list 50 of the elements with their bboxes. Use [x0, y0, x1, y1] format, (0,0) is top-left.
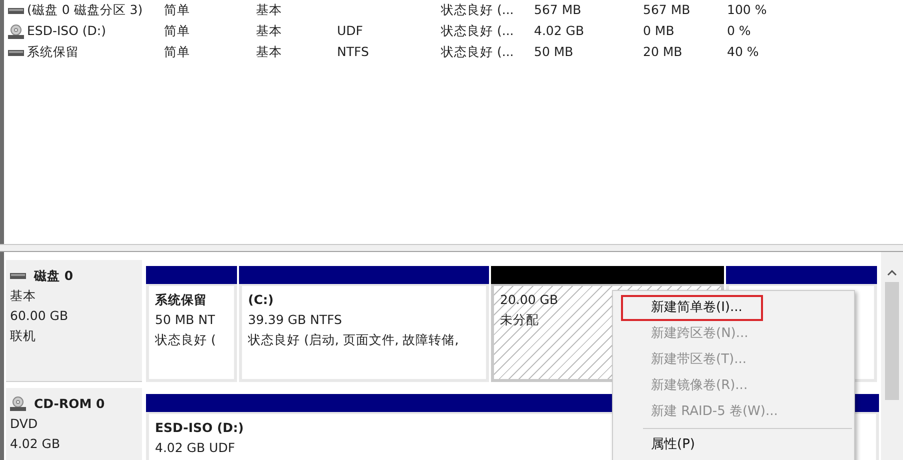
- partition-status: 未分配: [500, 311, 539, 329]
- scroll-up-icon[interactable]: [887, 270, 897, 276]
- type-cell: 基本: [256, 2, 282, 18]
- volume-name: (磁盘 0 磁盘分区 3): [27, 1, 143, 20]
- partition-size: 50 MB NT: [155, 311, 216, 329]
- status-cell: 状态良好 (...: [441, 44, 514, 60]
- status-cell: 状态良好 (...: [441, 23, 514, 38]
- disk-name: CD-ROM 0: [34, 395, 105, 413]
- disk-type: 基本: [10, 288, 36, 303]
- capacity-cell: 50 MB: [534, 44, 574, 60]
- partition-status: 状态良好 (启动, 页面文件, 故障转储,: [248, 331, 459, 349]
- menu-item[interactable]: 属性(P): [613, 432, 854, 458]
- partition-title: 系统保留: [155, 291, 207, 309]
- partition-size: 4.02 GB UDF: [155, 439, 236, 457]
- partition-status: 状态良好 (: [155, 331, 216, 349]
- partition-size: 39.39 GB NTFS: [248, 311, 342, 329]
- disk-name: 磁盘 0: [34, 267, 74, 285]
- percent-free-cell: 0 %: [727, 23, 751, 38]
- disk-label-panel[interactable]: 磁盘 0 基本 60.00 GB 联机: [6, 260, 142, 382]
- cd-drive-icon: [8, 24, 24, 40]
- partition-size: 20.00 GB: [500, 291, 558, 309]
- volume-name: 系统保留: [27, 43, 79, 62]
- layout-cell: 简单: [164, 2, 190, 18]
- file-system-cell: UDF: [337, 23, 363, 38]
- disk-type: DVD: [10, 416, 38, 431]
- free-space-cell: 20 MB: [643, 44, 682, 60]
- splitter-bar[interactable]: [0, 244, 903, 252]
- type-cell: 基本: [256, 23, 282, 38]
- type-cell: 基本: [256, 44, 282, 60]
- disk-size: 60.00 GB: [10, 308, 68, 323]
- partition-box[interactable]: (C:) 39.39 GB NTFS 状态良好 (启动, 页面文件, 故障转储,: [239, 284, 489, 382]
- capacity-cell: 4.02 GB: [534, 23, 584, 38]
- disk-state: 联机: [10, 328, 36, 343]
- layout-cell: 简单: [164, 44, 190, 60]
- partition-box[interactable]: 系统保留 50 MB NT 状态良好 (: [146, 284, 237, 382]
- file-system-cell: NTFS: [337, 44, 369, 60]
- layout-cell: 简单: [164, 23, 190, 38]
- percent-free-cell: 40 %: [727, 44, 759, 60]
- disk-size: 4.02 GB: [10, 436, 60, 451]
- partition-title: (C:): [248, 291, 274, 309]
- percent-free-cell: 100 %: [727, 2, 767, 18]
- partition-title: ESD-ISO (D:): [155, 419, 244, 437]
- free-space-cell: 0 MB: [643, 23, 674, 38]
- volume-name: ESD-ISO (D:): [27, 22, 106, 40]
- free-space-cell: 567 MB: [643, 2, 690, 18]
- scroll-thumb[interactable]: [885, 282, 899, 400]
- status-cell: 状态良好 (...: [441, 2, 514, 18]
- cd-drive-icon: [10, 396, 26, 412]
- disk-label-panel[interactable]: CD-ROM 0 DVD 4.02 GB: [6, 388, 142, 460]
- capacity-cell: 567 MB: [534, 2, 582, 18]
